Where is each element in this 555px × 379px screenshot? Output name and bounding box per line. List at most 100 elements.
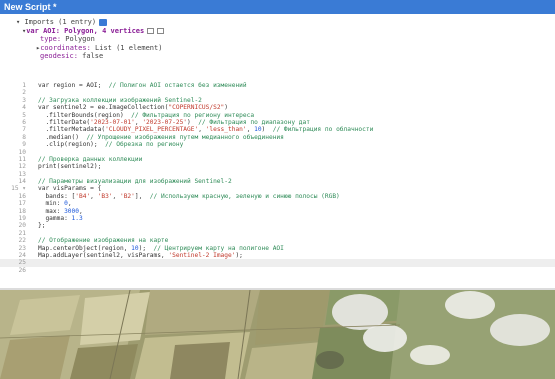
code-token: }; — [38, 222, 46, 230]
line-number: 2 — [22, 89, 26, 97]
line-number: 19 — [18, 215, 26, 223]
code-token: ); — [235, 251, 243, 259]
code-token: ) — [224, 104, 229, 112]
code-token: print(sentinel2); — [38, 163, 102, 171]
coords-label: coordinates: — [40, 43, 91, 52]
line-number: 13 — [18, 170, 26, 178]
code-text: print(sentinel2); — [38, 163, 101, 170]
code-token: '2023-07-01' — [90, 118, 135, 126]
code-line[interactable]: 25 — [0, 259, 555, 267]
code-line[interactable]: 1 var region = AOI; // Полигон AOI остает… — [0, 82, 555, 89]
code-token: , — [78, 207, 83, 215]
code-text: .clip(region); // Обрезка по региону — [38, 141, 183, 148]
coords-value: List (1 element) — [95, 43, 163, 52]
code-token: // Упрощение изображения путем медианног… — [86, 133, 284, 141]
code-editor[interactable]: ▾ Imports (1 entry) ▾var AOI: Polygon, 4… — [0, 14, 555, 290]
code-text: gamma: 1.3 — [38, 215, 82, 222]
import-type-row: type: Polygon — [16, 35, 164, 44]
line-number: 4 — [22, 104, 26, 112]
code-token: bands: [ — [38, 192, 76, 200]
code-line[interactable]: 13 — [0, 171, 555, 178]
code-token: Map.centerObject(region, — [38, 244, 132, 252]
code-line[interactable]: 10 — [0, 149, 555, 156]
code-line[interactable]: 18 max: 3000, — [0, 208, 555, 215]
line-number: 18 — [18, 207, 26, 215]
code-line[interactable]: 7 .filterMetadata('CLOUDY_PIXEL_PERCENTA… — [0, 126, 555, 133]
code-line[interactable]: 15 ▾ var visParams = { — [0, 185, 555, 192]
code-line[interactable]: 19 gamma: 1.3 — [0, 215, 555, 222]
code-token: .filterDate( — [38, 118, 91, 126]
line-number: 16 — [18, 192, 26, 200]
code-token: 'B2' — [119, 192, 135, 200]
code-token: ); — [138, 244, 154, 252]
code-line[interactable]: 2 — [0, 89, 555, 96]
imports-header[interactable]: ▾ Imports (1 entry) — [16, 18, 164, 27]
code-text: Map.centerObject(region, 10); // Центрир… — [38, 245, 284, 252]
code-line[interactable]: 5 .filterBounds(region) // Фильтрация по… — [0, 112, 555, 119]
line-number: 17 — [18, 200, 26, 208]
line-number: 1 — [22, 82, 26, 89]
line-number: 22 — [18, 237, 26, 245]
code-line[interactable]: 24 Map.addLayer(sentinel2, visParams, 'Se… — [0, 252, 555, 259]
code-line[interactable]: 26 — [0, 267, 555, 274]
line-number: 11 — [18, 155, 26, 163]
code-token: 10 — [254, 126, 262, 134]
import-aoi-label: var AOI: Polygon, 4 vertices — [26, 26, 145, 35]
code-line[interactable]: 11 // Проверка данных коллекции — [0, 156, 555, 163]
code-line[interactable]: 9 .clip(region); // Обрезка по региону — [0, 141, 555, 148]
code-token: max: — [38, 207, 65, 215]
line-number: 14 — [18, 178, 26, 186]
code-text: .filterMetadata('CLOUDY_PIXEL_PERCENTAGE… — [38, 126, 373, 133]
line-number: 20 — [18, 222, 26, 230]
type-value: Polygon — [65, 35, 95, 43]
code-token: ], — [134, 192, 150, 200]
code-token: 'B4' — [75, 192, 91, 200]
script-title[interactable]: New Script * — [0, 0, 555, 14]
code-token: , — [112, 192, 120, 200]
line-number: 6 — [22, 118, 26, 126]
line-number: 7 — [22, 126, 26, 134]
code-line[interactable]: 14 // Параметры визуализации для изображе… — [0, 178, 555, 185]
code-token: // Фильтрация по диапазону дат — [198, 118, 310, 126]
import-aoi-row[interactable]: ▾var AOI: Polygon, 4 vertices — [16, 26, 165, 36]
code-text: var region = AOI; // Полигон AOI остаетс… — [38, 82, 247, 89]
delete-icon[interactable] — [157, 27, 165, 34]
code-text: min: 0, — [38, 200, 72, 208]
line-number: 24 — [18, 251, 26, 259]
code-token: // Центрируем карту на полигоне AOI — [153, 244, 284, 252]
code-token: 3000 — [64, 207, 79, 215]
code-line[interactable]: 12 print(sentinel2); — [0, 163, 555, 170]
code-line[interactable]: 22 // Отображение изображения на карте — [0, 237, 555, 244]
code-text: var visParams = { — [38, 185, 101, 192]
code-text: // Отображение изображения на карте — [38, 237, 168, 244]
code-text: // Параметры визуализации для изображени… — [38, 178, 232, 185]
code-token: // Проверка данных коллекции — [38, 155, 143, 163]
code-token: '2023-07-25' — [142, 118, 188, 126]
code-text: .filterBounds(region) // Фильтрация по р… — [38, 112, 254, 119]
line-number: 9 — [22, 141, 26, 149]
geodesic-value: false — [82, 52, 104, 60]
layer-icon[interactable] — [99, 18, 108, 26]
map-view[interactable] — [0, 290, 555, 379]
code-token: .median() — [38, 133, 87, 141]
code-token: Map.addLayer(sentinel2, visParams, — [38, 251, 169, 259]
code-lines[interactable]: 1 var region = AOI; // Полигон AOI остает… — [0, 82, 555, 274]
code-line[interactable]: 16 bands: ['B4', 'B3', 'B2'], // Использ… — [0, 193, 555, 200]
code-token: 'B3' — [97, 192, 113, 200]
code-line[interactable]: 4 var sentinel2 = ee.ImageCollection("COP… — [0, 104, 555, 111]
code-token: ) — [261, 126, 273, 134]
checkbox-icon[interactable] — [147, 27, 155, 34]
line-number: 8 — [22, 133, 26, 141]
code-line[interactable]: 17 min: 0, — [0, 200, 555, 207]
code-token: // Используем красную, зеленую и синюю п… — [149, 192, 340, 200]
import-coords-row[interactable]: ▸coordinates: List (1 element) — [16, 44, 164, 53]
line-number: 21 — [18, 229, 26, 237]
code-token: 10 — [131, 244, 139, 252]
code-line[interactable]: 23 Map.centerObject(region, 10); // Центр… — [0, 245, 555, 252]
code-token: , — [67, 200, 72, 208]
import-geodesic-row: geodesic: false — [16, 52, 164, 61]
code-token: var visParams = { — [38, 185, 102, 193]
code-line[interactable]: 20}; — [0, 222, 555, 229]
code-token: ) — [187, 118, 199, 126]
code-line[interactable]: 3 // Загрузка коллекции изображений Senti… — [0, 97, 555, 104]
